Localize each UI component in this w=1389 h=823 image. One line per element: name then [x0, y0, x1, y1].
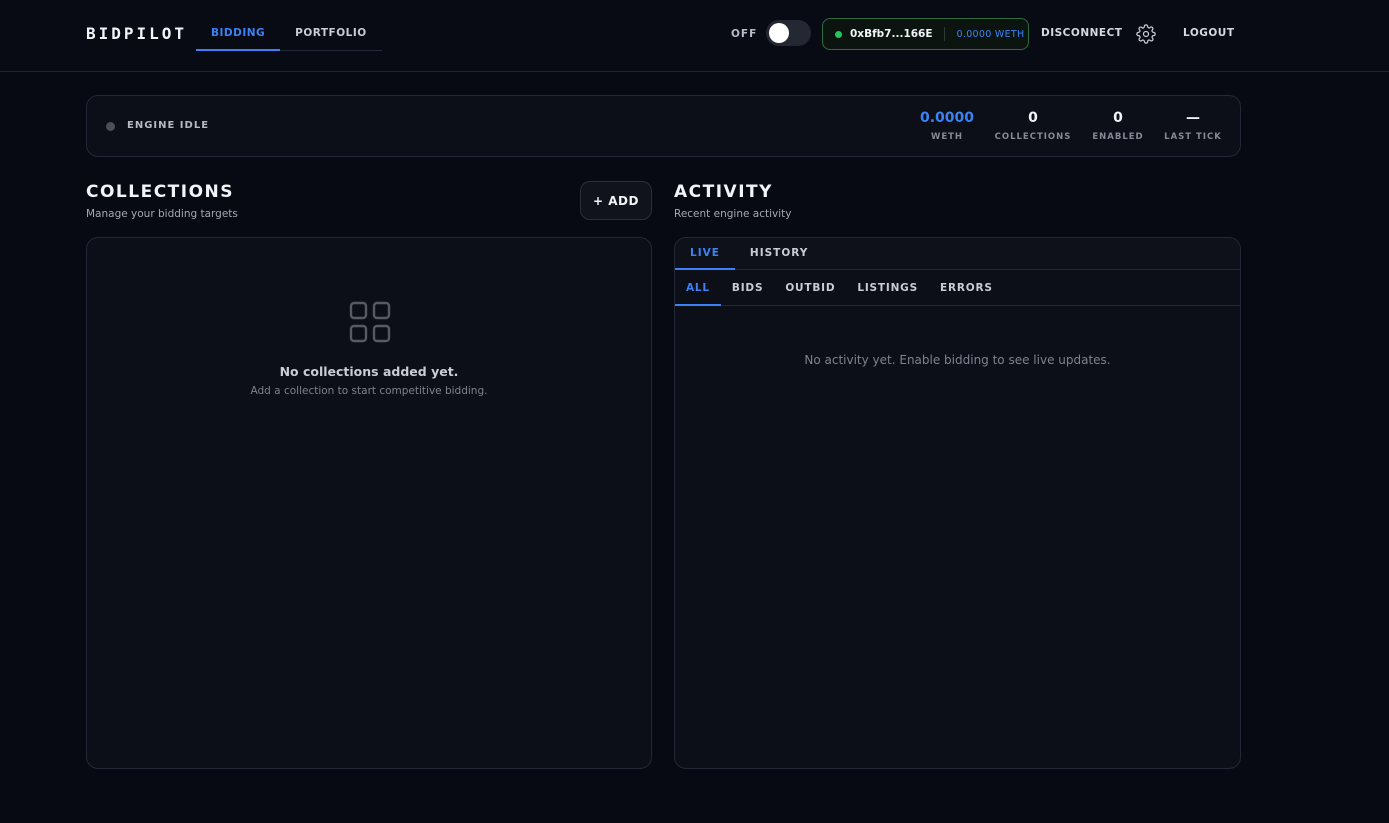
stat-value: — [1186, 110, 1200, 126]
activity-tabs: LIVE HISTORY [675, 238, 1240, 270]
grid-icon [349, 301, 391, 343]
filter-bids[interactable]: BIDS [721, 270, 774, 306]
nav-tab-portfolio[interactable]: PORTFOLIO [280, 18, 382, 51]
activity-subtitle: Recent engine activity [674, 208, 792, 220]
connected-status-dot [835, 30, 842, 38]
filter-errors[interactable]: ERRORS [929, 270, 1004, 306]
collections-subtitle: Manage your bidding targets [86, 208, 238, 220]
engine-status-bar: ENGINE IDLE 0.0000 WETH 0 COLLECTIONS 0 … [86, 95, 1241, 157]
collections-empty-subtitle: Add a collection to start competitive bi… [250, 385, 488, 397]
add-collection-button[interactable]: + ADD [580, 181, 652, 220]
stat-label: COLLECTIONS [994, 132, 1072, 142]
collections-empty-title: No collections added yet. [279, 364, 459, 379]
stat-value: 0 [1028, 110, 1038, 126]
main-nav: BIDDING PORTFOLIO [196, 18, 382, 51]
activity-title: ACTIVITY [674, 182, 773, 202]
engine-status-dot [106, 122, 115, 131]
toggle-knob [769, 23, 789, 43]
bidding-toggle[interactable] [766, 20, 811, 46]
disconnect-button[interactable]: DISCONNECT [1041, 27, 1122, 39]
stat-collections: 0 COLLECTIONS [993, 110, 1073, 142]
stat-last-tick: — LAST TICK [1161, 110, 1225, 142]
stat-label: WETH [930, 132, 964, 142]
filter-listings[interactable]: LISTINGS [846, 270, 929, 306]
stat-enabled: 0 ENABLED [1090, 110, 1146, 142]
collections-title: COLLECTIONS [86, 182, 235, 202]
wallet-divider [943, 27, 945, 41]
wallet-address: 0xBfb7...166E [850, 28, 933, 40]
tab-live[interactable]: LIVE [675, 238, 735, 270]
stat-value: 0 [1113, 110, 1123, 126]
stat-label: ENABLED [1092, 132, 1144, 142]
filter-all[interactable]: ALL [675, 270, 721, 306]
stat-label: LAST TICK [1164, 132, 1222, 142]
bidding-toggle-label: OFF [731, 28, 758, 40]
activity-empty-message: No activity yet. Enable bidding to see l… [804, 353, 1111, 367]
filter-outbid[interactable]: OUTBID [774, 270, 846, 306]
app-logo[interactable]: BIDPILOT [86, 24, 187, 43]
logout-button[interactable]: LOGOUT [1183, 27, 1234, 39]
engine-status-text: ENGINE IDLE [127, 120, 210, 131]
collections-panel: No collections added yet. Add a collecti… [86, 237, 652, 769]
wallet-badge[interactable]: 0xBfb7...166E 0.0000 WETH [822, 18, 1029, 50]
top-bar: BIDPILOT BIDDING PORTFOLIO OFF 0xBfb7...… [0, 0, 1389, 72]
wallet-balance: 0.0000 WETH [956, 28, 1025, 40]
gear-icon[interactable] [1136, 24, 1156, 44]
activity-panel: LIVE HISTORY ALL BIDS OUTBID LISTINGS ER… [674, 237, 1241, 769]
tab-history[interactable]: HISTORY [735, 238, 823, 270]
stat-value: 0.0000 [919, 110, 975, 126]
stat-weth: 0.0000 WETH [919, 110, 975, 142]
activity-filters: ALL BIDS OUTBID LISTINGS ERRORS [675, 270, 1240, 306]
nav-tab-bidding[interactable]: BIDDING [196, 18, 281, 51]
